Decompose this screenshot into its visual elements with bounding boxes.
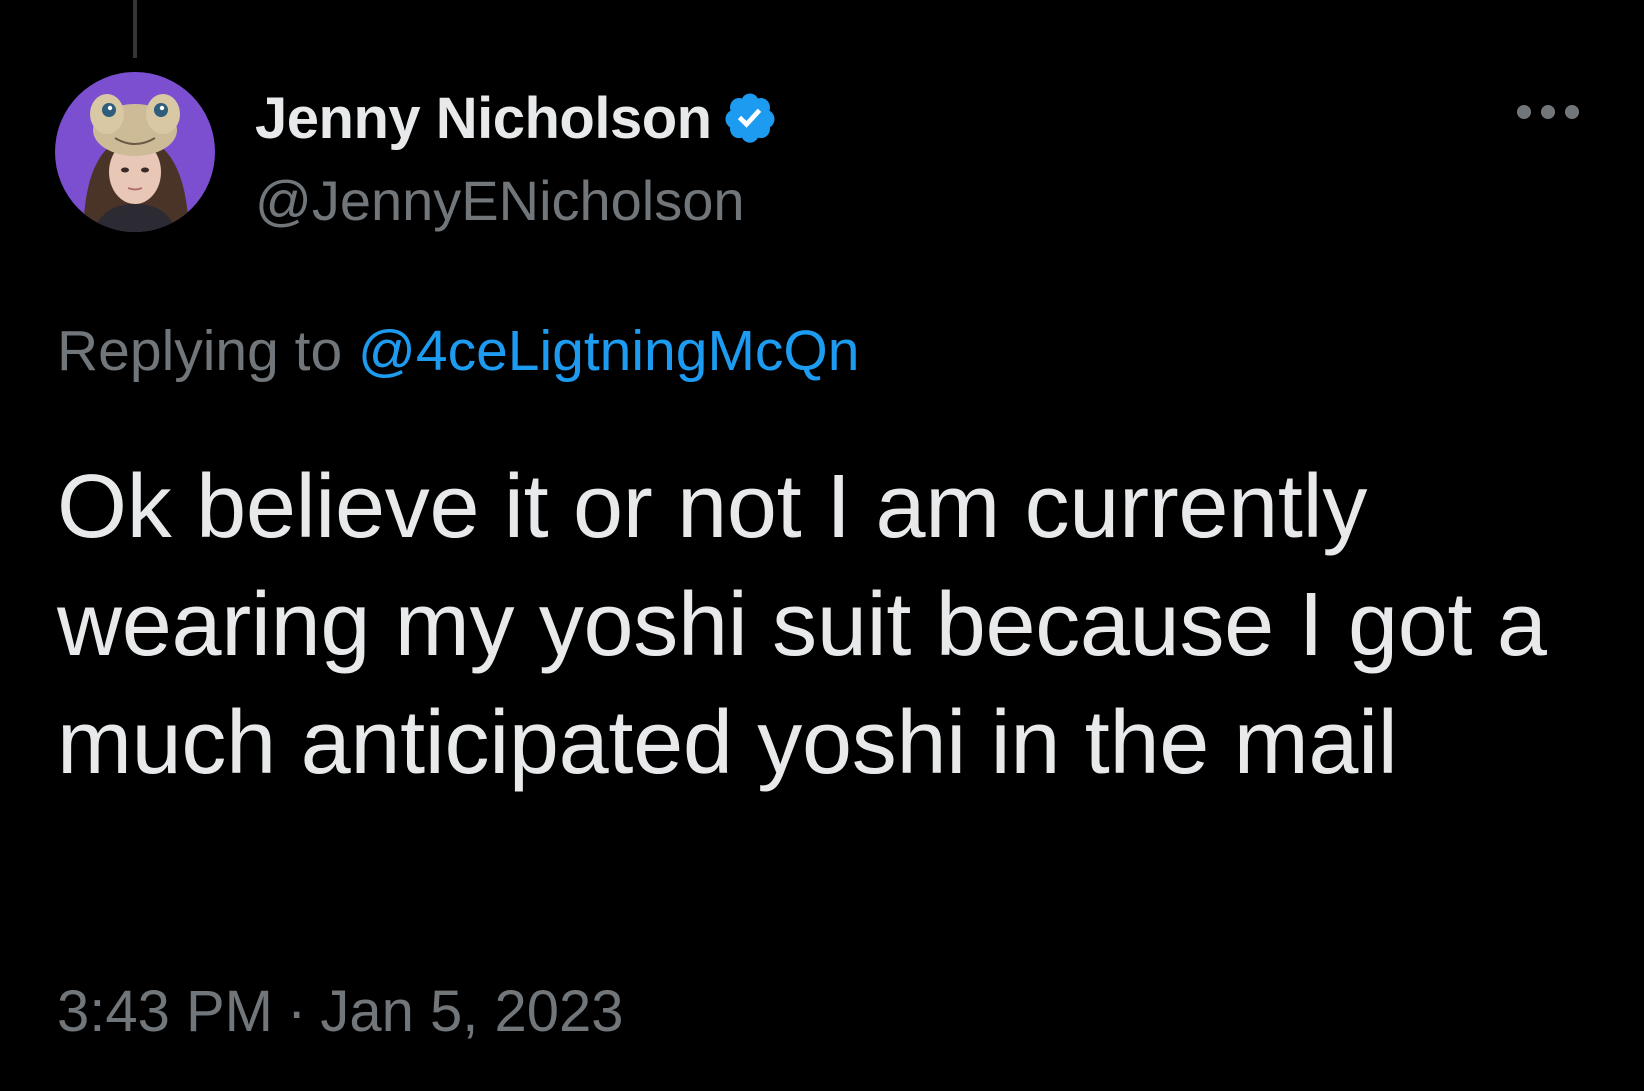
author-avatar[interactable] [55, 72, 215, 232]
author-name-row[interactable]: Jenny Nicholson [255, 85, 778, 152]
tweet-timestamp[interactable]: 3:43 PM · Jan 5, 2023 [57, 978, 623, 1045]
more-options-button[interactable] [1508, 92, 1588, 132]
author-handle[interactable]: @JennyENicholson [255, 168, 745, 233]
tweet-body-text: Ok believe it or not I am currently wear… [57, 457, 1547, 793]
tweet-date[interactable]: Jan 5, 2023 [320, 979, 623, 1044]
reply-mention-link[interactable]: @4ceLigtningMcQn [358, 319, 859, 383]
avatar-image [55, 72, 215, 232]
replying-to-label: Replying to [57, 319, 343, 383]
replying-to-line: Replying to @4ceLigtningMcQn [57, 318, 859, 384]
author-display-name[interactable]: Jenny Nicholson [255, 85, 712, 152]
more-options-icon [1517, 105, 1579, 119]
thread-connector-line [133, 0, 137, 58]
verified-badge-icon [725, 93, 775, 143]
meta-separator: · [287, 979, 307, 1044]
tweet-time[interactable]: 3:43 PM [57, 979, 273, 1044]
